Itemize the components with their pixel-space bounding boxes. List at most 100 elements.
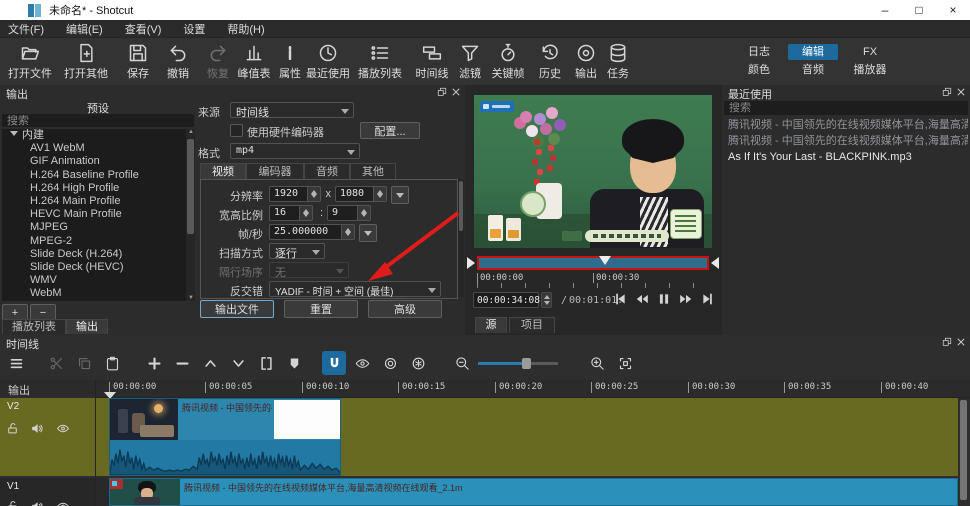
reset-button[interactable]: 重置 [284, 300, 358, 318]
menu-file[interactable]: 文件(F) [8, 21, 44, 37]
scan-mode-combobox[interactable]: 逐行 [269, 243, 325, 259]
preset-tree-root[interactable]: 内建 [2, 129, 194, 142]
current-timecode-field[interactable]: 00:00:34:08 [473, 292, 539, 308]
zoom-out-button[interactable] [450, 351, 474, 375]
lift-button[interactable] [198, 351, 222, 375]
advanced-button[interactable]: 高级 [368, 300, 442, 318]
v2-clip[interactable]: 腾讯视频 - 中国领先的在线视频媒体平台,海 [109, 398, 341, 476]
preset-item[interactable]: H.264 Main Profile [2, 195, 194, 208]
layout-editing[interactable]: 编辑 [788, 44, 838, 60]
timecode-spinner[interactable] [541, 292, 552, 308]
tree-collapse-icon[interactable] [10, 131, 18, 136]
player-playhead[interactable] [599, 256, 611, 265]
preset-search-input[interactable] [2, 114, 194, 127]
tab-video[interactable]: 视频 [200, 163, 246, 180]
fast-forward-button[interactable] [679, 292, 693, 309]
zoom-slider-handle[interactable] [522, 358, 531, 369]
v1-clip[interactable]: 腾讯视频 - 中国领先的在线视频媒体平台,海量高清视频在线观看_2.1m [109, 478, 958, 506]
export-file-button[interactable]: 输出文件 [200, 300, 274, 318]
player-scrub-bar[interactable] [477, 256, 709, 270]
aspect-h-spinner[interactable]: 9 [327, 205, 371, 221]
timeline-vertical-scrollbar[interactable] [959, 398, 968, 506]
layout-player[interactable]: 播放器 [842, 62, 898, 78]
preset-item[interactable]: WebM [2, 287, 194, 300]
layout-logging[interactable]: 日志 [734, 44, 784, 60]
tab-playlist[interactable]: 播放列表 [2, 319, 66, 334]
ripple-all-tracks-toggle[interactable] [406, 351, 430, 375]
preset-item[interactable]: Slide Deck (H.264) [2, 248, 194, 261]
v1-clip-fade-handle[interactable] [112, 481, 117, 486]
skip-end-button[interactable] [701, 292, 715, 309]
hw-encoder-label[interactable]: 使用硬件编码器 [247, 124, 324, 140]
recent-search-input[interactable] [724, 101, 968, 115]
timeline-menu-button[interactable] [4, 351, 28, 375]
open-file-button[interactable]: 打开文件 [4, 43, 56, 81]
preset-item[interactable]: Slide Deck (HEVC) [2, 261, 194, 274]
tab-audio[interactable]: 音频 [304, 163, 350, 180]
close-panel-icon[interactable] [956, 337, 966, 347]
float-panel-icon[interactable] [942, 87, 952, 97]
playlist-button[interactable]: 播放列表 [354, 43, 406, 81]
configure-button[interactable]: 配置... [360, 122, 420, 139]
layout-color[interactable]: 颜色 [734, 62, 784, 78]
timeline-ruler[interactable]: 00:00:00 00:00:05 00:00:10 00:00:15 00:0… [95, 380, 970, 398]
menu-edit[interactable]: 编辑(E) [66, 21, 103, 37]
format-combobox[interactable]: mp4 [230, 143, 360, 159]
pause-button[interactable] [657, 292, 671, 309]
timeline-zoom-slider[interactable] [478, 356, 558, 370]
mute-track-icon[interactable] [30, 422, 43, 438]
from-combobox[interactable]: 时间线 [230, 102, 354, 118]
tab-project[interactable]: 项目 [509, 317, 555, 333]
mute-track-icon[interactable] [30, 500, 43, 506]
menu-settings[interactable]: 设置 [183, 21, 205, 37]
fps-preset-dropdown[interactable] [359, 224, 377, 242]
paste-button[interactable] [100, 351, 124, 375]
preset-item[interactable]: HEVC Main Profile [2, 208, 194, 221]
res-width-spinner[interactable]: 1920 [269, 186, 321, 202]
snap-toggle[interactable] [322, 351, 346, 375]
res-height-spinner[interactable]: 1080 [335, 186, 387, 202]
track-v2-lane[interactable]: 腾讯视频 - 中国领先的在线视频媒体平台,海 [95, 398, 958, 476]
preset-item[interactable]: AV1 WebM [2, 142, 194, 155]
recent-button[interactable]: 最近使用 [302, 43, 354, 81]
split-button[interactable] [254, 351, 278, 375]
preset-item[interactable]: MJPEG [2, 221, 194, 234]
open-other-button[interactable]: 打开其他 [60, 43, 112, 81]
preset-item[interactable]: GIF Animation [2, 155, 194, 168]
maximize-button[interactable]: □ [902, 0, 936, 20]
marker-button[interactable] [282, 351, 306, 375]
trim-out-handle[interactable] [711, 257, 719, 269]
lock-track-icon[interactable] [6, 422, 19, 438]
float-panel-icon[interactable] [942, 337, 952, 347]
lock-track-icon[interactable] [6, 500, 19, 506]
aspect-w-spinner[interactable]: 16 [269, 205, 313, 221]
preset-item[interactable]: MPEG-2 [2, 235, 194, 248]
hide-track-icon[interactable] [56, 500, 70, 506]
preset-item[interactable]: H.264 Baseline Profile [2, 169, 194, 182]
recent-item[interactable]: 腾讯视频 - 中国领先的在线视频媒体平台,海量高清视频... [724, 117, 968, 133]
ripple-toggle[interactable] [378, 351, 402, 375]
preset-item[interactable]: H.264 High Profile [2, 182, 194, 195]
track-head-v1[interactable]: V1 [0, 478, 95, 506]
settings-scrollbar[interactable] [458, 179, 464, 297]
track-v1-lane[interactable]: 腾讯视频 - 中国领先的在线视频媒体平台,海量高清视频在线观看_2.1m [95, 478, 958, 506]
tab-export[interactable]: 输出 [66, 319, 108, 334]
track-head-v2[interactable]: V2 [0, 398, 95, 476]
skip-start-button[interactable] [613, 292, 627, 309]
menu-help[interactable]: 帮助(H) [227, 21, 264, 37]
close-panel-icon[interactable] [956, 87, 966, 97]
preset-list-scrollbar[interactable]: ▲ ▼ [186, 129, 195, 301]
menu-view[interactable]: 查看(V) [125, 21, 162, 37]
resolution-preset-dropdown[interactable] [391, 186, 409, 204]
tab-source[interactable]: 源 [475, 317, 507, 333]
layout-fx[interactable]: FX [842, 44, 898, 60]
close-button[interactable]: × [936, 0, 970, 20]
tab-other[interactable]: 其他 [350, 163, 396, 180]
tab-codec[interactable]: 编码器 [246, 163, 304, 180]
scrub-while-dragging-toggle[interactable] [350, 351, 374, 375]
hw-encoder-checkbox[interactable] [230, 124, 243, 137]
rewind-button[interactable] [635, 292, 649, 309]
jobs-button[interactable]: 任务 [592, 43, 644, 81]
recent-item[interactable]: As If It's Your Last - BLACKPINK.mp3 [724, 149, 968, 165]
layout-audio[interactable]: 音频 [788, 62, 838, 78]
